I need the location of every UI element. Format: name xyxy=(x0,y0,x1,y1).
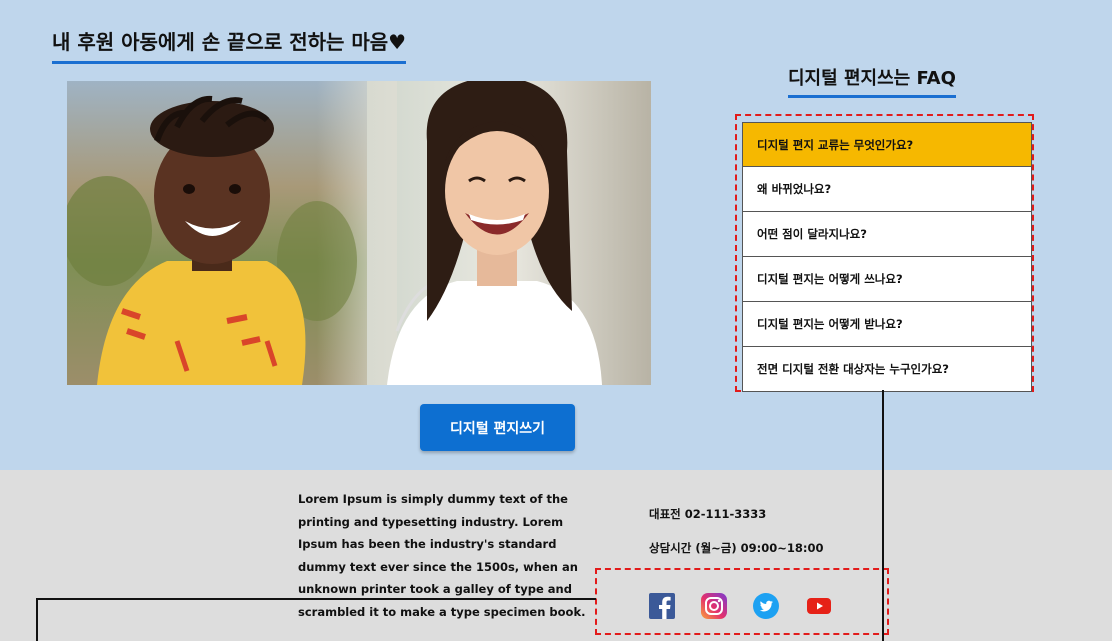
footer-description: Lorem Ipsum is simply dummy text of the … xyxy=(298,492,586,619)
annotation-connector-left xyxy=(36,598,38,641)
annotation-connector-horizontal xyxy=(36,598,596,600)
hero-section: 내 후원 아동에게 손 끝으로 전하는 마음♥ 디지털 편지쓰기 디지털 편지쓰… xyxy=(0,0,1112,470)
faq-item-who-is-target[interactable]: 전면 디지털 전환 대상자는 누구인가요? xyxy=(742,347,1032,392)
social-annotation-box xyxy=(595,568,889,635)
faq-item-digital-letter-exchange[interactable]: 디지털 편지 교류는 무엇인가요? xyxy=(742,122,1032,167)
faq-title: 디지털 편지쓰는 FAQ xyxy=(788,64,956,98)
contact-phone: 대표전 02-111-3333 xyxy=(649,507,767,521)
instagram-icon[interactable] xyxy=(700,592,728,620)
twitter-icon[interactable] xyxy=(752,592,780,620)
youtube-icon[interactable] xyxy=(805,592,833,620)
facebook-icon[interactable] xyxy=(648,592,676,620)
faq-item-how-to-receive[interactable]: 디지털 편지는 어떻게 받나요? xyxy=(742,302,1032,347)
children-photo xyxy=(67,81,651,385)
faq-item-what-differs[interactable]: 어떤 점이 달라지나요? xyxy=(742,212,1032,257)
hero-title: 내 후원 아동에게 손 끝으로 전하는 마음♥ xyxy=(52,26,407,64)
annotation-connector-vertical xyxy=(882,390,884,641)
contact-hours: 상담시간 (월~금) 09:00~18:00 xyxy=(649,541,824,555)
faq-list: 디지털 편지 교류는 무엇인가요? 왜 바뀌었나요? 어떤 점이 달라지나요? … xyxy=(742,122,1032,392)
write-digital-letter-button[interactable]: 디지털 편지쓰기 xyxy=(420,404,575,451)
faq-item-why-changed[interactable]: 왜 바뀌었나요? xyxy=(742,167,1032,212)
faq-item-how-to-write[interactable]: 디지털 편지는 어떻게 쓰나요? xyxy=(742,257,1032,302)
